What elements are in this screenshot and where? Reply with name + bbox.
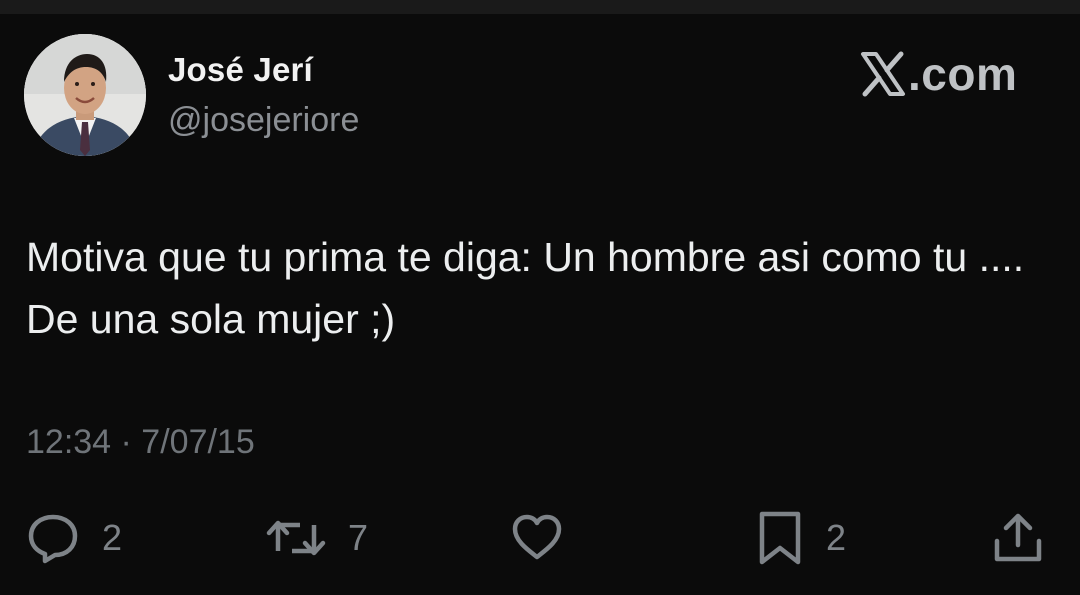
brand-domain-text: .com [908, 48, 1018, 100]
author-handle[interactable]: @josejeriore [168, 99, 359, 141]
reply-button[interactable]: 2 [26, 510, 122, 566]
author-name[interactable]: José Jerí [168, 50, 313, 90]
heart-icon [512, 514, 562, 560]
share-button[interactable] [992, 510, 1044, 566]
retweet-count: 7 [348, 517, 369, 558]
reply-count: 2 [102, 517, 123, 558]
retweet-icon [266, 520, 326, 556]
avatar-photo [24, 34, 146, 156]
tweet-text: Motiva que tu prima te diga: Un hombre a… [26, 234, 1025, 342]
share-icon [994, 513, 1042, 562]
avatar[interactable] [24, 34, 146, 156]
x-com-watermark: .com [860, 46, 1017, 102]
bookmark-icon [759, 511, 801, 565]
tweet-timestamp[interactable]: 12:34 · 7/07/15 [26, 420, 255, 464]
bookmark-count: 2 [826, 517, 847, 558]
x-logo-icon [861, 51, 905, 97]
like-button[interactable] [510, 510, 586, 566]
bookmark-button[interactable]: 2 [756, 510, 846, 566]
retweet-button[interactable]: 7 [266, 510, 368, 566]
reply-icon [28, 514, 78, 564]
top-edge-bar [0, 0, 1080, 14]
